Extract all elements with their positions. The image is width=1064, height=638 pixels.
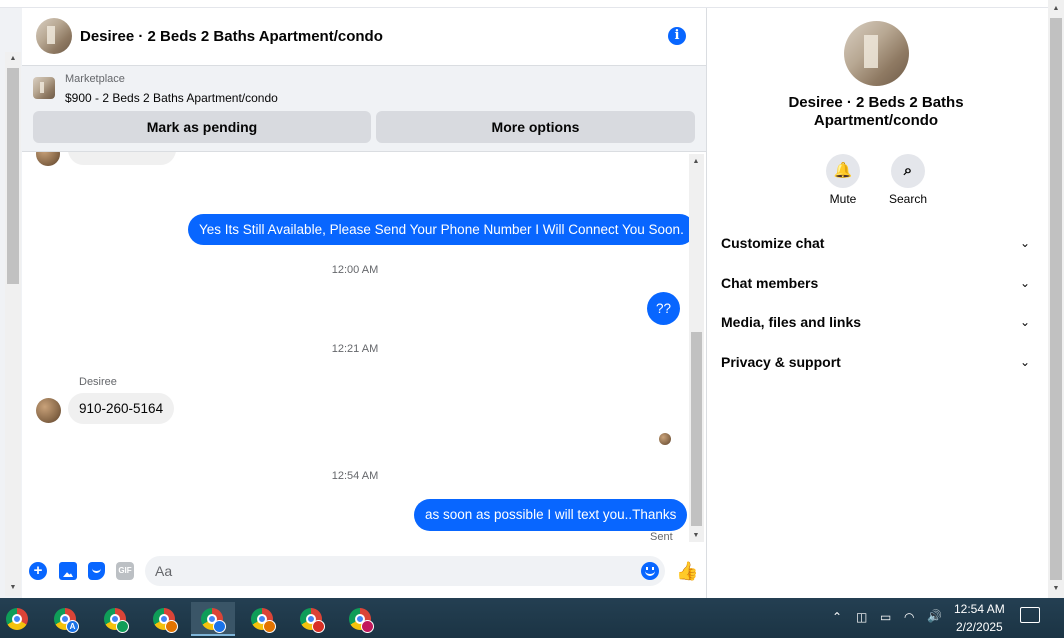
scroll-down-arrow-icon[interactable]: ▼ [6,583,20,593]
previous-message-bubble[interactable] [68,152,176,165]
read-receipt-avatar [659,433,671,445]
outgoing-message[interactable]: Yes Its Still Available, Please Send You… [188,214,695,245]
mute-label[interactable]: Mute [813,192,873,206]
chevron-down-icon[interactable]: ⌄ [1018,236,1032,250]
section-chat-members[interactable]: Chat members [721,275,818,291]
more-options-button[interactable]: More options [376,111,695,143]
message-scroll-thumb[interactable] [691,332,702,526]
notification-icon[interactable] [1020,607,1040,623]
emoji-icon[interactable] [641,562,659,580]
listing-thumbnail[interactable] [33,77,55,99]
incoming-message[interactable]: 910-260-5164 [68,393,175,424]
mark-as-pending-button[interactable]: Mark as pending [33,111,371,143]
outgoing-message[interactable]: ?? [647,292,680,325]
speaker-icon[interactable]: 🔊 [927,609,942,623]
bell-icon[interactable]: 🔔 [826,154,860,188]
image-icon[interactable] [59,562,77,580]
listing-avatar[interactable] [36,18,72,54]
scroll-down-arrow-icon[interactable]: ▼ [1049,584,1063,594]
meet-now-icon[interactable]: ◫ [856,610,867,624]
thumbs-up-icon[interactable]: 👍 [676,561,698,581]
chevron-down-icon[interactable]: ⌄ [1018,355,1032,369]
scroll-down-arrow-icon[interactable]: ▼ [689,531,703,541]
listing-price-title[interactable]: $900 - 2 Beds 2 Baths Apartment/condo [65,91,278,105]
listing-profile-image[interactable] [844,21,909,86]
taskbar-chrome-profile[interactable] [339,602,383,636]
timestamp: 12:21 AM [331,343,379,355]
message-status: Sent [650,531,673,543]
clock-time[interactable]: 12:54 AM [954,602,1005,616]
taskbar-chrome-profile[interactable] [94,602,138,636]
taskbar-chrome[interactable] [0,602,44,636]
clock-date[interactable]: 2/2/2025 [956,620,1003,634]
scroll-up-arrow-icon[interactable]: ▲ [6,54,20,64]
details-title: Desiree · 2 Beds 2 Baths Apartment/condo [788,94,964,129]
search-icon[interactable]: ⌕ [891,154,925,188]
section-privacy-support[interactable]: Privacy & support [721,354,841,370]
marketplace-label: Marketplace [65,73,125,85]
plus-icon[interactable]: + [29,562,47,580]
scroll-up-arrow-icon[interactable]: ▲ [689,157,703,167]
scroll-up-arrow-icon[interactable]: ▲ [1049,4,1063,14]
search-label[interactable]: Search [878,192,938,206]
sender-name: Desiree [79,376,117,388]
chevron-down-icon[interactable]: ⌄ [1018,276,1032,290]
top-strip [0,0,1048,8]
battery-icon[interactable]: ▭ [880,610,891,624]
message-input[interactable]: Aa [145,556,665,586]
chat-title[interactable]: Desiree · 2 Beds 2 Baths Apartment/condo [80,28,383,45]
gif-icon[interactable]: GIF [116,562,134,580]
sender-avatar[interactable] [36,152,60,166]
taskbar-chrome-profile[interactable] [290,602,334,636]
taskbar-chrome-profile[interactable] [241,602,285,636]
chevron-down-icon[interactable]: ⌄ [1018,315,1032,329]
chevron-up-icon[interactable]: ⌃ [832,610,842,624]
taskbar-chrome-profile[interactable] [143,602,187,636]
taskbar-chrome-profile-active[interactable] [191,602,235,636]
info-icon[interactable]: i [668,27,686,45]
profile-badge: A [66,620,79,633]
sender-avatar[interactable] [36,398,61,423]
timestamp: 12:54 AM [331,470,379,482]
timestamp: 12:00 AM [331,264,379,276]
section-media-files-links[interactable]: Media, files and links [721,314,861,330]
wifi-icon[interactable]: ◠ [904,610,914,624]
taskbar-chrome-profile[interactable]: A [44,602,88,636]
section-customize-chat[interactable]: Customize chat [721,235,824,251]
page-scroll-thumb[interactable] [7,68,19,284]
outgoing-message[interactable]: as soon as possible I will text you..Tha… [414,499,688,531]
browser-scroll-thumb[interactable] [1050,18,1062,580]
